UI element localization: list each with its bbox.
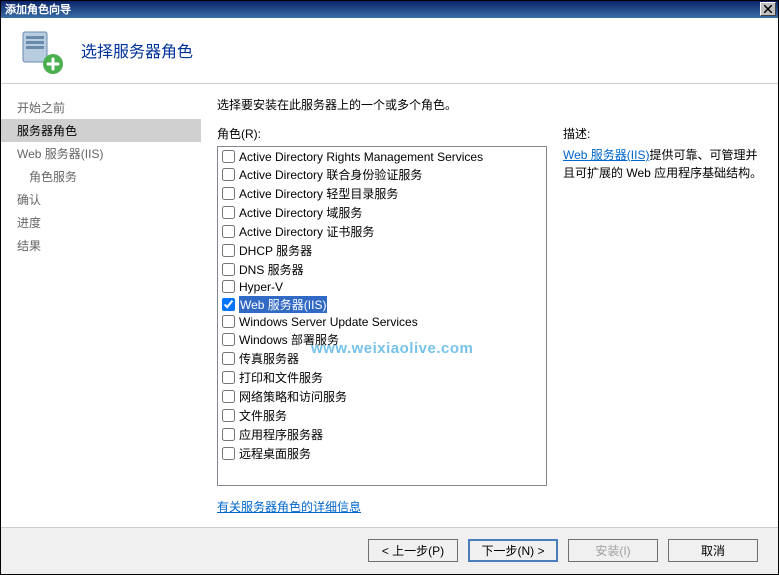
role-row-8[interactable]: Web 服务器(IIS) [220, 295, 544, 314]
role-row-1[interactable]: Active Directory 联合身份验证服务 [220, 165, 544, 184]
sidebar-item-4[interactable]: 确认 [1, 188, 201, 211]
role-checkbox-12[interactable] [222, 371, 235, 384]
sidebar-item-3[interactable]: 角色服务 [1, 165, 201, 188]
close-button[interactable] [760, 2, 776, 16]
roles-column: 角色(R): Active Directory Rights Managemen… [217, 125, 547, 515]
role-label-1: Active Directory 联合身份验证服务 [239, 166, 422, 183]
roles-listbox[interactable]: Active Directory Rights Management Servi… [217, 146, 547, 486]
sidebar-item-0[interactable]: 开始之前 [1, 96, 201, 119]
role-row-5[interactable]: DHCP 服务器 [220, 241, 544, 260]
role-checkbox-1[interactable] [222, 168, 235, 181]
description-label: 描述: [563, 125, 766, 142]
description-text: Web 服务器(IIS)提供可靠、可管理并且可扩展的 Web 应用程序基础结构。 [563, 146, 766, 182]
description-column: 描述: Web 服务器(IIS)提供可靠、可管理并且可扩展的 Web 应用程序基… [563, 125, 766, 515]
role-checkbox-13[interactable] [222, 390, 235, 403]
role-row-4[interactable]: Active Directory 证书服务 [220, 222, 544, 241]
role-row-9[interactable]: Windows Server Update Services [220, 314, 544, 330]
more-info-link[interactable]: 有关服务器角色的详细信息 [217, 498, 547, 515]
body: 开始之前服务器角色Web 服务器(IIS)角色服务确认进度结果 选择要安装在此服… [1, 84, 778, 527]
role-checkbox-9[interactable] [222, 315, 235, 328]
role-row-11[interactable]: 传真服务器 [220, 349, 544, 368]
page-title: 选择服务器角色 [81, 38, 193, 62]
sidebar-item-6[interactable]: 结果 [1, 234, 201, 257]
role-label-5: DHCP 服务器 [239, 242, 312, 259]
role-checkbox-3[interactable] [222, 206, 235, 219]
role-label-3: Active Directory 域服务 [239, 204, 362, 221]
description-link[interactable]: Web 服务器(IIS) [563, 148, 649, 162]
sidebar-item-2[interactable]: Web 服务器(IIS) [1, 142, 201, 165]
main-row: 角色(R): Active Directory Rights Managemen… [217, 125, 766, 515]
role-label-15: 应用程序服务器 [239, 426, 323, 443]
roles-label: 角色(R): [217, 125, 547, 142]
role-label-10: Windows 部署服务 [239, 331, 339, 348]
sidebar: 开始之前服务器角色Web 服务器(IIS)角色服务确认进度结果 [1, 84, 201, 527]
role-row-2[interactable]: Active Directory 轻型目录服务 [220, 184, 544, 203]
next-button[interactable]: 下一步(N) > [468, 539, 558, 562]
role-checkbox-5[interactable] [222, 244, 235, 257]
role-label-2: Active Directory 轻型目录服务 [239, 185, 398, 202]
role-row-10[interactable]: Windows 部署服务 [220, 330, 544, 349]
role-label-4: Active Directory 证书服务 [239, 223, 374, 240]
role-checkbox-6[interactable] [222, 263, 235, 276]
role-checkbox-4[interactable] [222, 225, 235, 238]
wizard-window: 添加角色向导 选择服务器角色 开始之前服务器角色Web 服务器(IIS)角色服务… [0, 0, 779, 575]
titlebar: 添加角色向导 [1, 1, 778, 18]
role-label-12: 打印和文件服务 [239, 369, 323, 386]
role-row-6[interactable]: DNS 服务器 [220, 260, 544, 279]
role-checkbox-7[interactable] [222, 280, 235, 293]
role-row-14[interactable]: 文件服务 [220, 406, 544, 425]
role-label-11: 传真服务器 [239, 350, 299, 367]
role-row-0[interactable]: Active Directory Rights Management Servi… [220, 149, 544, 165]
role-row-15[interactable]: 应用程序服务器 [220, 425, 544, 444]
role-label-16: 远程桌面服务 [239, 445, 311, 462]
close-icon [764, 5, 772, 13]
window-title: 添加角色向导 [5, 1, 71, 17]
role-label-8: Web 服务器(IIS) [239, 296, 327, 313]
role-row-12[interactable]: 打印和文件服务 [220, 368, 544, 387]
role-row-3[interactable]: Active Directory 域服务 [220, 203, 544, 222]
role-checkbox-15[interactable] [222, 428, 235, 441]
role-checkbox-14[interactable] [222, 409, 235, 422]
role-label-7: Hyper-V [239, 280, 283, 294]
role-checkbox-11[interactable] [222, 352, 235, 365]
main-panel: 选择要安装在此服务器上的一个或多个角色。 角色(R): Active Direc… [201, 84, 778, 527]
cancel-button[interactable]: 取消 [668, 539, 758, 562]
role-row-16[interactable]: 远程桌面服务 [220, 444, 544, 463]
role-label-0: Active Directory Rights Management Servi… [239, 150, 483, 164]
role-label-13: 网络策略和访问服务 [239, 388, 347, 405]
install-button: 安装(I) [568, 539, 658, 562]
role-label-9: Windows Server Update Services [239, 315, 418, 329]
role-label-14: 文件服务 [239, 407, 287, 424]
sidebar-item-5[interactable]: 进度 [1, 211, 201, 234]
role-checkbox-2[interactable] [222, 187, 235, 200]
server-role-icon [17, 26, 65, 74]
footer: < 上一步(P) 下一步(N) > 安装(I) 取消 [1, 527, 778, 574]
instruction-text: 选择要安装在此服务器上的一个或多个角色。 [217, 96, 766, 113]
role-checkbox-16[interactable] [222, 447, 235, 460]
role-label-6: DNS 服务器 [239, 261, 304, 278]
role-row-13[interactable]: 网络策略和访问服务 [220, 387, 544, 406]
header: 选择服务器角色 [1, 18, 778, 84]
sidebar-item-1[interactable]: 服务器角色 [1, 119, 201, 142]
role-row-7[interactable]: Hyper-V [220, 279, 544, 295]
prev-button[interactable]: < 上一步(P) [368, 539, 458, 562]
role-checkbox-10[interactable] [222, 333, 235, 346]
role-checkbox-8[interactable] [222, 298, 235, 311]
role-checkbox-0[interactable] [222, 150, 235, 163]
